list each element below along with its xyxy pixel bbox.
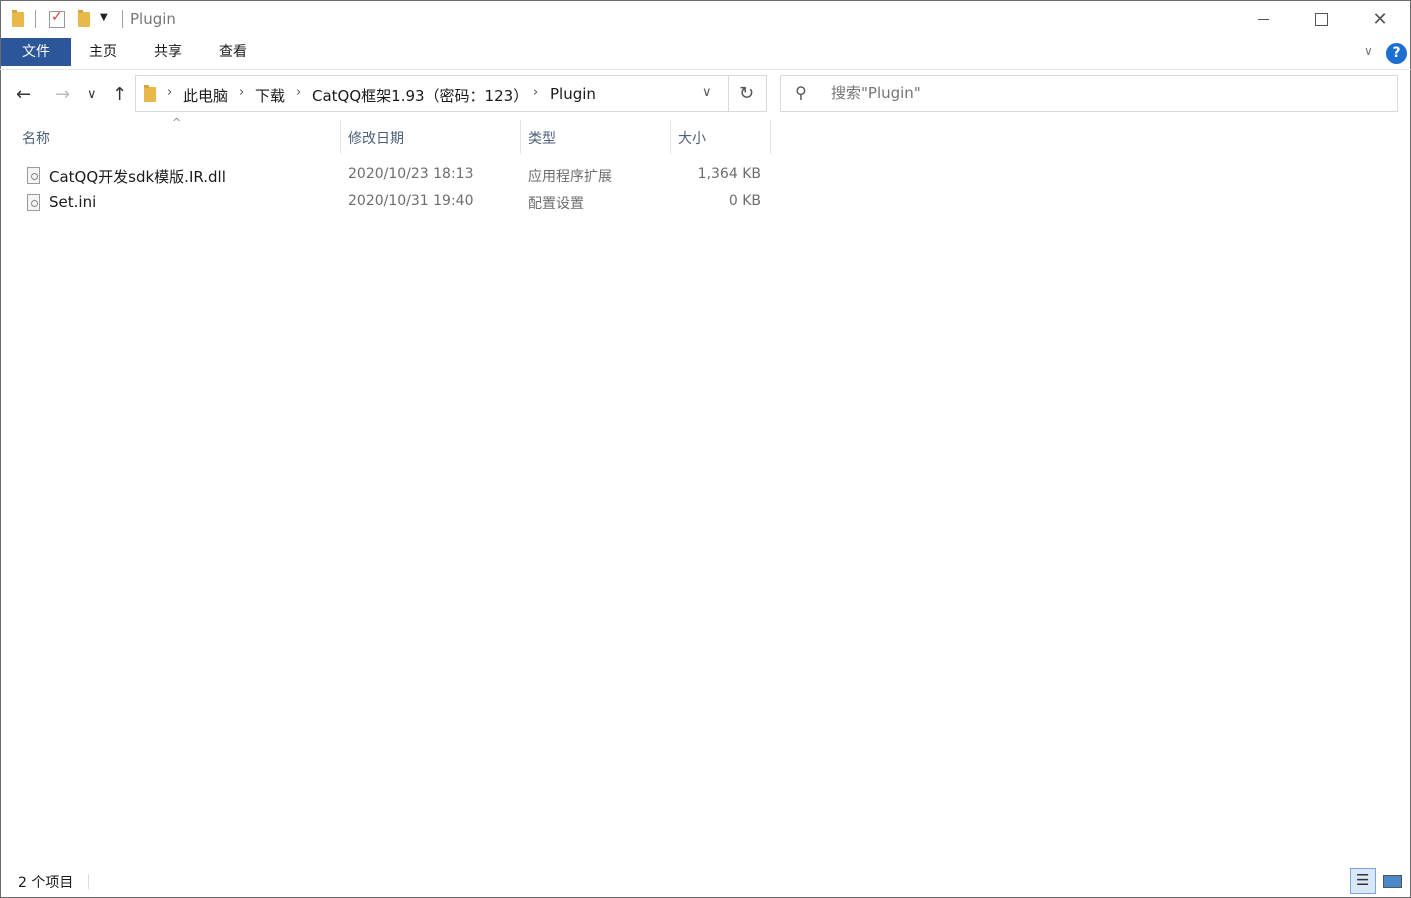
separator — [35, 10, 36, 28]
file-date: 2020/10/23 18:13 — [348, 166, 474, 182]
refresh-icon[interactable]: ↻ — [739, 83, 754, 104]
column-header-type[interactable]: 类型 — [528, 128, 556, 148]
file-type: 配置设置 — [528, 196, 584, 212]
maximize-button[interactable] — [1292, 0, 1350, 38]
forward-button[interactable]: → — [55, 84, 70, 105]
recent-locations-icon[interactable]: ∨ — [87, 87, 97, 102]
file-row[interactable]: CatQQ开发sdk模版.IR.dll 2020/10/23 18:13 应用程… — [20, 164, 770, 190]
breadcrumb-plugin[interactable]: Plugin — [550, 85, 596, 103]
address-bar[interactable]: › 此电脑 › 下载 › CatQQ框架1.93（密码：123） › Plugi… — [135, 75, 767, 112]
column-header-name[interactable]: 名称 — [22, 128, 50, 148]
search-box[interactable]: ⚲ — [780, 75, 1398, 112]
tab-file[interactable]: 文件 — [1, 38, 71, 66]
column-divider[interactable] — [670, 120, 671, 154]
search-input[interactable] — [831, 84, 1371, 102]
help-icon[interactable]: ? — [1386, 43, 1407, 64]
window-title: Plugin — [130, 10, 176, 28]
tab-view[interactable]: 查看 — [206, 38, 260, 66]
file-size: 1,364 KB — [697, 166, 761, 182]
column-divider[interactable] — [520, 120, 521, 154]
back-button[interactable]: ← — [16, 84, 31, 105]
close-button[interactable]: ✕ — [1351, 0, 1409, 38]
address-dropdown-icon[interactable]: ∨ — [702, 85, 712, 100]
divider — [728, 76, 729, 111]
tab-share[interactable]: 共享 — [141, 38, 195, 66]
file-date: 2020/10/31 19:40 — [348, 193, 474, 209]
divider — [88, 874, 89, 889]
title-bar: ▼ Plugin ✕ — [0, 0, 1411, 38]
up-button[interactable]: ↑ — [112, 84, 127, 105]
search-icon: ⚲ — [795, 83, 807, 102]
file-row[interactable]: Set.ini 2020/10/31 19:40 配置设置 0 KB — [20, 191, 770, 217]
breadcrumb-separator-icon[interactable]: › — [296, 85, 301, 100]
file-name[interactable]: CatQQ开发sdk模版.IR.dll — [49, 166, 226, 187]
tab-home[interactable]: 主页 — [76, 38, 130, 66]
breadcrumb-separator-icon[interactable]: › — [239, 85, 244, 100]
properties-icon[interactable] — [49, 9, 65, 28]
ini-file-icon — [27, 194, 40, 211]
status-item-count: 2 个项目 — [18, 875, 74, 891]
breadcrumb-separator-icon[interactable]: › — [167, 85, 172, 100]
folder-icon — [12, 10, 24, 27]
ribbon-tabs: 文件 主页 共享 查看 ∨ — [0, 38, 1411, 68]
breadcrumb-separator-icon[interactable]: › — [533, 85, 538, 100]
file-type: 应用程序扩展 — [528, 169, 612, 185]
divider — [0, 69, 1411, 70]
minimize-button[interactable] — [1234, 0, 1292, 38]
new-folder-icon[interactable] — [78, 10, 90, 27]
column-header-date[interactable]: 修改日期 — [348, 128, 404, 148]
breadcrumb-downloads[interactable]: 下载 — [255, 85, 285, 106]
file-name[interactable]: Set.ini — [49, 193, 96, 211]
sort-ascending-icon: ^ — [172, 116, 182, 129]
breadcrumb-this-pc[interactable]: 此电脑 — [183, 85, 228, 106]
breadcrumb-catqq[interactable]: CatQQ框架1.93（密码：123） — [312, 85, 528, 106]
quick-access-dropdown-icon[interactable]: ▼ — [100, 12, 108, 23]
expand-ribbon-icon[interactable]: ∨ — [1364, 44, 1373, 58]
separator — [122, 10, 123, 28]
folder-icon — [144, 85, 156, 102]
dll-file-icon — [27, 167, 40, 184]
column-divider[interactable] — [340, 120, 341, 154]
column-divider[interactable] — [770, 120, 771, 154]
large-icons-view-button[interactable] — [1379, 868, 1405, 894]
details-view-button[interactable] — [1350, 868, 1376, 894]
column-header-size[interactable]: 大小 — [678, 128, 706, 148]
file-size: 0 KB — [728, 193, 761, 209]
